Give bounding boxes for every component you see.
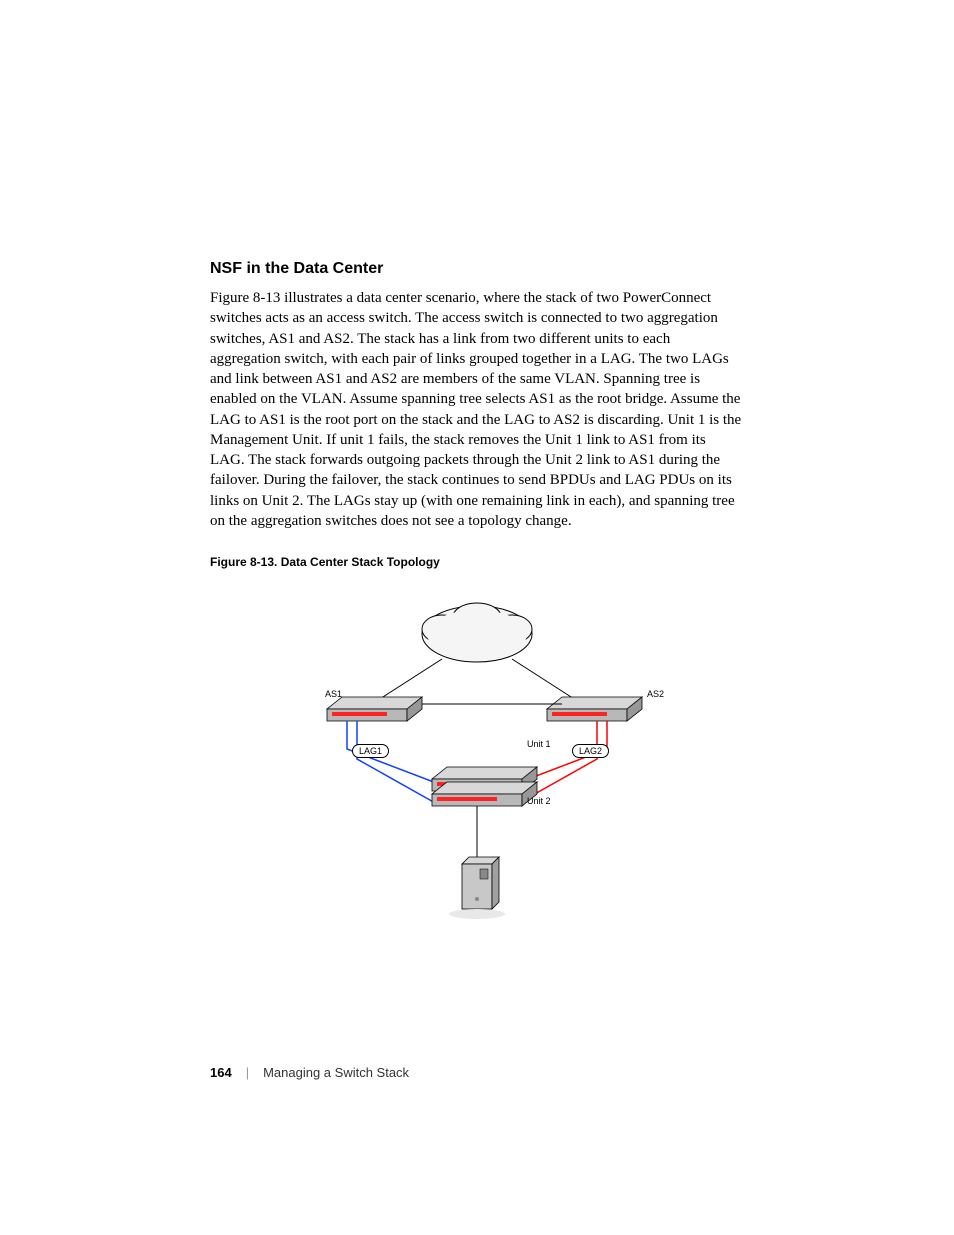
figure-caption: Figure 8-13. Data Center Stack Topology <box>210 555 744 569</box>
server-icon <box>449 857 505 919</box>
lag2-label: LAG2 <box>572 744 609 758</box>
as2-label: AS2 <box>647 689 664 699</box>
diagram-svg <box>277 589 677 929</box>
page-number: 164 <box>210 1065 232 1080</box>
unit1-label: Unit 1 <box>527 739 551 749</box>
lag1-label: LAG1 <box>352 744 389 758</box>
page-footer: 164 | Managing a Switch Stack <box>210 1065 409 1080</box>
body-paragraph: Figure 8-13 illustrates a data center sc… <box>210 288 744 531</box>
section-heading: NSF in the Data Center <box>210 260 744 278</box>
as1-label: AS1 <box>325 689 342 699</box>
switch-as2-icon <box>547 697 642 721</box>
topology-diagram: AS1 AS2 LAG1 LAG2 Unit 1 Unit 2 <box>277 589 677 929</box>
chapter-title: Managing a Switch Stack <box>263 1065 409 1080</box>
footer-separator: | <box>246 1065 249 1080</box>
switch-as1-icon <box>327 697 422 721</box>
cloud-icon <box>422 603 532 662</box>
unit2-label: Unit 2 <box>527 796 551 806</box>
switch-unit2-icon <box>432 782 537 806</box>
